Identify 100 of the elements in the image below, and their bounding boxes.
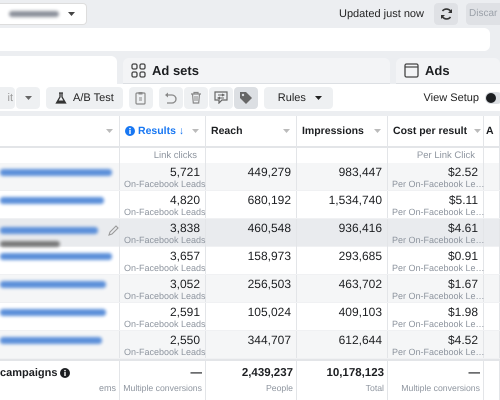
cell-note: On-Facebook Leads <box>124 179 206 190</box>
cell-note: On-Facebook Leads <box>124 347 206 358</box>
blurred-account-name <box>9 10 59 16</box>
summary-subtitle: ems <box>98 383 116 394</box>
dropdown-button[interactable] <box>16 86 40 108</box>
table-cell-text: 3,657 <box>168 249 200 263</box>
blurred-details <box>0 241 60 247</box>
table-cell-text: 463,702 <box>338 277 382 291</box>
caret-icon <box>314 94 323 100</box>
column-header-cell[interactable]: A <box>484 116 500 146</box>
delete-button[interactable] <box>184 86 208 108</box>
column-header-label: A <box>486 125 494 137</box>
table-cell-text: 293,685 <box>338 249 382 263</box>
column-header-cell[interactable]: Results ↓ <box>120 116 206 146</box>
summary-title: campaigns <box>0 367 58 379</box>
sort-caret-icon[interactable] <box>373 128 382 134</box>
cell-note: Per On-Facebook Le… <box>392 207 485 218</box>
tab[interactable]: Ad sets <box>123 58 390 84</box>
cell-note: On-Facebook Leads <box>124 235 206 246</box>
rules-button[interactable]: Rules <box>264 86 333 108</box>
table-cell-text: 4,820 <box>168 193 200 207</box>
table-cell-text: 460,548 <box>246 221 291 235</box>
tab[interactable]: Ads <box>396 58 500 84</box>
table-cell-text: 983,447 <box>338 165 382 179</box>
table-cell-text: 105,024 <box>246 305 291 319</box>
trash-icon <box>190 91 202 104</box>
duplicate-button[interactable] <box>128 86 153 108</box>
cell-note: On-Facebook Leads <box>124 291 206 302</box>
table-cell-text: 3,838 <box>168 221 200 235</box>
summary-note: Multiple conversions <box>401 383 480 394</box>
cell-note: On-Facebook Leads <box>124 319 206 330</box>
view-setup-label: View Setup <box>424 92 479 104</box>
pencil-icon <box>108 225 119 236</box>
cell-note: On-Facebook Leads <box>124 207 206 218</box>
cell-note: Per On-Facebook Le… <box>392 347 485 358</box>
sort-caret-icon[interactable] <box>191 128 200 134</box>
cell-note: Per On-Facebook Le… <box>392 179 485 190</box>
unit-label: Link clicks <box>154 150 197 161</box>
info-icon <box>125 126 135 136</box>
update-status: Updated just now <box>339 8 424 20</box>
table-row[interactable]: 3,838 On-Facebook Leads 460,548 936,416 $4.61 Per On-Facebook Le… <box>0 219 500 247</box>
table-cell-text: $2.52 <box>446 165 478 179</box>
table-cell-text: 449,279 <box>246 165 291 179</box>
column-header-label: Impressions <box>302 125 364 137</box>
sort-caret-icon[interactable] <box>105 128 114 134</box>
sort-caret-icon[interactable] <box>473 128 482 134</box>
column-header-cell[interactable]: Reach <box>206 116 297 146</box>
account-selector[interactable] <box>0 2 87 24</box>
tag-icon <box>238 90 253 104</box>
column-header-label: Cost per result <box>393 125 468 137</box>
table-cell-text: $4.61 <box>446 221 478 235</box>
summary-value: — <box>190 367 202 379</box>
table-cell-text: $4.52 <box>446 333 478 347</box>
table-cell-text: 612,644 <box>338 333 382 347</box>
info-icon <box>60 368 70 378</box>
sort-caret-icon[interactable] <box>282 128 291 134</box>
tab-label: Ad sets <box>152 63 199 78</box>
refresh-icon <box>440 6 452 20</box>
swap-icon <box>214 91 228 104</box>
view-setup-toggle[interactable] <box>485 92 500 104</box>
swap-button[interactable] <box>208 86 233 108</box>
table-cell-text: $5.11 <box>448 193 478 207</box>
summary-value: 2,439,237 <box>240 367 293 379</box>
tab-label: Ads <box>425 63 450 78</box>
table-cell-text: 344,707 <box>246 333 291 347</box>
table-cell-text: 158,973 <box>246 249 291 263</box>
summary-note: Total <box>366 383 384 394</box>
undo-icon <box>164 92 178 104</box>
cell-note: Per On-Facebook Le… <box>392 263 485 274</box>
refresh-button[interactable] <box>434 2 458 24</box>
table-cell-text: 409,103 <box>338 305 382 319</box>
ab-test-button[interactable]: A/B Test <box>46 86 123 108</box>
summary-note: People <box>266 383 293 394</box>
table-row[interactable]: 3,052 On-Facebook Leads 256,503 463,702 $1.67 Per On-Facebook Le… <box>0 275 500 303</box>
table-cell-text: 1,534,740 <box>328 193 382 207</box>
summary-note: Multiple conversions <box>123 383 202 394</box>
column-header-label: Reach <box>211 125 243 137</box>
table-row[interactable]: 2,550 On-Facebook Leads 344,707 612,644 $4.52 Per On-Facebook Le… <box>0 331 500 359</box>
table-cell-text: 5,721 <box>168 165 200 179</box>
table-row[interactable]: 5,721 On-Facebook Leads 449,279 983,447 $2.52 Per On-Facebook Le… <box>0 163 500 191</box>
tag-button[interactable] <box>234 86 258 108</box>
column-header-cell[interactable]: Cost per result <box>388 116 484 146</box>
undo-button[interactable] <box>158 86 183 108</box>
table-cell-text: 680,192 <box>246 193 291 207</box>
table-cell-text: 2,550 <box>168 333 200 347</box>
unit-label: Per Link Click <box>416 150 475 161</box>
table-cell-text: $1.67 <box>446 277 478 291</box>
grid-icon <box>131 63 146 78</box>
cell-note: Per On-Facebook Le… <box>392 235 485 246</box>
column-header-cell[interactable]: Impressions <box>297 116 388 146</box>
cell-note: On-Facebook Leads <box>124 263 206 274</box>
table-cell-text: 256,503 <box>246 277 291 291</box>
caret-icon <box>24 94 32 100</box>
cell-note: Per On-Facebook Le… <box>392 319 485 330</box>
column-header-label: Results ↓ <box>138 125 184 137</box>
table-cell-text: 2,591 <box>168 305 200 319</box>
window-icon <box>404 63 419 78</box>
table-cell-text: $1.98 <box>446 305 478 319</box>
summary-value: — <box>468 367 480 379</box>
table-cell-text: 936,416 <box>338 221 382 235</box>
